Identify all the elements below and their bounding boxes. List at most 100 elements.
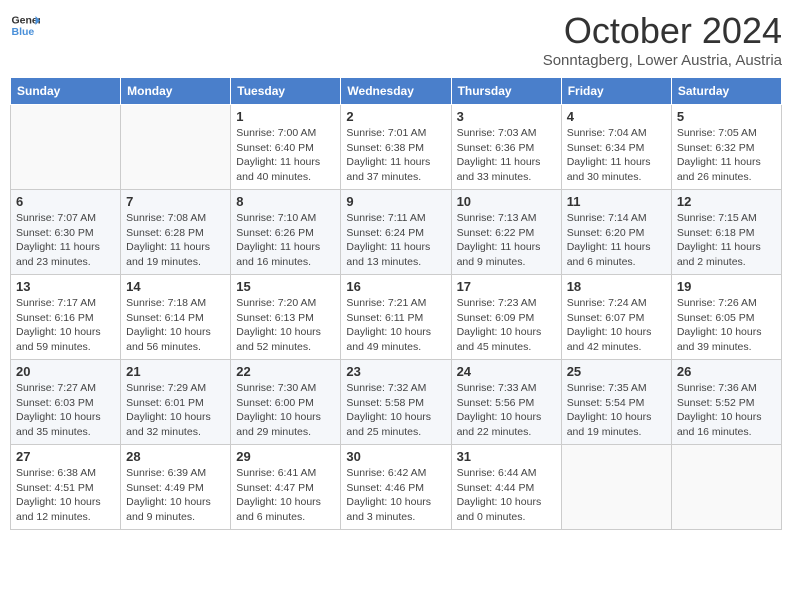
calendar-day-cell: 17Sunrise: 7:23 AM Sunset: 6:09 PM Dayli…	[451, 275, 561, 360]
day-number: 28	[126, 449, 225, 464]
day-number: 4	[567, 109, 666, 124]
day-info: Sunrise: 7:20 AM Sunset: 6:13 PM Dayligh…	[236, 296, 335, 355]
calendar-week-row: 6 Sunrise: 7:07 AM Sunset: 6:30 PM Daylig…	[11, 190, 782, 275]
calendar-day-cell: 31 Sunrise: 6:44 AM Sunset: 4:44 PM Dayli…	[451, 445, 561, 530]
day-number: 14	[126, 279, 225, 294]
day-info: Sunrise: 7:36 AM Sunset: 5:52 PM Dayligh…	[677, 381, 776, 440]
calendar-day-cell: 22 Sunrise: 7:30 AM Sunset: 6:00 PM Dayli…	[231, 360, 341, 445]
day-number: 12	[677, 194, 776, 209]
location-title: Sonntagberg, Lower Austria, Austria	[543, 52, 782, 69]
calendar-day-cell: 29Sunrise: 6:41 AM Sunset: 4:47 PM Dayli…	[231, 445, 341, 530]
day-info: Sunrise: 7:11 AM Sunset: 6:24 PM Dayligh…	[346, 211, 445, 270]
day-number: 31	[457, 449, 556, 464]
calendar-day-cell	[561, 445, 671, 530]
weekday-header-cell: Tuesday	[231, 78, 341, 105]
calendar-day-cell	[671, 445, 781, 530]
day-number: 22	[236, 364, 335, 379]
calendar-day-cell: 27 Sunrise: 6:38 AM Sunset: 4:51 PM Dayli…	[11, 445, 121, 530]
day-number: 29	[236, 449, 335, 464]
day-info: Sunrise: 6:38 AM Sunset: 4:51 PM Dayligh…	[16, 466, 115, 525]
weekday-header-cell: Monday	[121, 78, 231, 105]
day-number: 19	[677, 279, 776, 294]
calendar-day-cell: 16 Sunrise: 7:21 AM Sunset: 6:11 PM Dayli…	[341, 275, 451, 360]
calendar-day-cell: 21Sunrise: 7:29 AM Sunset: 6:01 PM Dayli…	[121, 360, 231, 445]
day-info: Sunrise: 7:26 AM Sunset: 6:05 PM Dayligh…	[677, 296, 776, 355]
weekday-header-cell: Friday	[561, 78, 671, 105]
logo: General Blue	[10, 10, 40, 40]
month-title: October 2024	[543, 10, 782, 52]
day-info: Sunrise: 7:04 AM Sunset: 6:34 PM Dayligh…	[567, 126, 666, 185]
day-number: 11	[567, 194, 666, 209]
day-number: 7	[126, 194, 225, 209]
svg-text:Blue: Blue	[12, 26, 35, 38]
calendar-day-cell: 15 Sunrise: 7:20 AM Sunset: 6:13 PM Dayli…	[231, 275, 341, 360]
calendar-day-cell: 11 Sunrise: 7:14 AM Sunset: 6:20 PM Dayli…	[561, 190, 671, 275]
day-number: 3	[457, 109, 556, 124]
day-number: 23	[346, 364, 445, 379]
calendar-day-cell: 9 Sunrise: 7:11 AM Sunset: 6:24 PM Daylig…	[341, 190, 451, 275]
day-info: Sunrise: 7:00 AM Sunset: 6:40 PM Dayligh…	[236, 126, 335, 185]
day-number: 8	[236, 194, 335, 209]
day-number: 18	[567, 279, 666, 294]
calendar-day-cell: 1 Sunrise: 7:00 AM Sunset: 6:40 PM Daylig…	[231, 105, 341, 190]
day-info: Sunrise: 7:14 AM Sunset: 6:20 PM Dayligh…	[567, 211, 666, 270]
calendar-day-cell: 14 Sunrise: 7:18 AM Sunset: 6:14 PM Dayli…	[121, 275, 231, 360]
day-info: Sunrise: 7:30 AM Sunset: 6:00 PM Dayligh…	[236, 381, 335, 440]
calendar-day-cell: 24Sunrise: 7:33 AM Sunset: 5:56 PM Dayli…	[451, 360, 561, 445]
day-info: Sunrise: 7:08 AM Sunset: 6:28 PM Dayligh…	[126, 211, 225, 270]
calendar-body: 1 Sunrise: 7:00 AM Sunset: 6:40 PM Daylig…	[11, 105, 782, 530]
day-number: 2	[346, 109, 445, 124]
calendar-day-cell: 10Sunrise: 7:13 AM Sunset: 6:22 PM Dayli…	[451, 190, 561, 275]
calendar-day-cell: 28 Sunrise: 6:39 AM Sunset: 4:49 PM Dayli…	[121, 445, 231, 530]
calendar-week-row: 1 Sunrise: 7:00 AM Sunset: 6:40 PM Daylig…	[11, 105, 782, 190]
day-info: Sunrise: 7:10 AM Sunset: 6:26 PM Dayligh…	[236, 211, 335, 270]
calendar-day-cell: 8 Sunrise: 7:10 AM Sunset: 6:26 PM Daylig…	[231, 190, 341, 275]
day-info: Sunrise: 7:03 AM Sunset: 6:36 PM Dayligh…	[457, 126, 556, 185]
day-number: 24	[457, 364, 556, 379]
calendar-day-cell: 12 Sunrise: 7:15 AM Sunset: 6:18 PM Dayli…	[671, 190, 781, 275]
title-block: October 2024 Sonntagberg, Lower Austria,…	[543, 10, 782, 69]
weekday-header-cell: Sunday	[11, 78, 121, 105]
day-info: Sunrise: 6:44 AM Sunset: 4:44 PM Dayligh…	[457, 466, 556, 525]
day-info: Sunrise: 7:24 AM Sunset: 6:07 PM Dayligh…	[567, 296, 666, 355]
day-number: 25	[567, 364, 666, 379]
calendar-day-cell: 26Sunrise: 7:36 AM Sunset: 5:52 PM Dayli…	[671, 360, 781, 445]
calendar-day-cell: 23 Sunrise: 7:32 AM Sunset: 5:58 PM Dayli…	[341, 360, 451, 445]
day-number: 17	[457, 279, 556, 294]
day-info: Sunrise: 7:01 AM Sunset: 6:38 PM Dayligh…	[346, 126, 445, 185]
calendar-day-cell: 3 Sunrise: 7:03 AM Sunset: 6:36 PM Daylig…	[451, 105, 561, 190]
day-number: 1	[236, 109, 335, 124]
day-info: Sunrise: 7:32 AM Sunset: 5:58 PM Dayligh…	[346, 381, 445, 440]
day-info: Sunrise: 7:05 AM Sunset: 6:32 PM Dayligh…	[677, 126, 776, 185]
calendar-day-cell: 20 Sunrise: 7:27 AM Sunset: 6:03 PM Dayli…	[11, 360, 121, 445]
day-info: Sunrise: 7:07 AM Sunset: 6:30 PM Dayligh…	[16, 211, 115, 270]
day-info: Sunrise: 7:15 AM Sunset: 6:18 PM Dayligh…	[677, 211, 776, 270]
calendar-day-cell: 18 Sunrise: 7:24 AM Sunset: 6:07 PM Dayli…	[561, 275, 671, 360]
calendar-table: SundayMondayTuesdayWednesdayThursdayFrid…	[10, 77, 782, 530]
day-number: 5	[677, 109, 776, 124]
day-number: 15	[236, 279, 335, 294]
calendar-day-cell: 4 Sunrise: 7:04 AM Sunset: 6:34 PM Daylig…	[561, 105, 671, 190]
day-number: 9	[346, 194, 445, 209]
day-number: 6	[16, 194, 115, 209]
day-info: Sunrise: 7:17 AM Sunset: 6:16 PM Dayligh…	[16, 296, 115, 355]
day-info: Sunrise: 7:35 AM Sunset: 5:54 PM Dayligh…	[567, 381, 666, 440]
calendar-day-cell: 5 Sunrise: 7:05 AM Sunset: 6:32 PM Daylig…	[671, 105, 781, 190]
calendar-week-row: 13 Sunrise: 7:17 AM Sunset: 6:16 PM Dayli…	[11, 275, 782, 360]
day-info: Sunrise: 7:18 AM Sunset: 6:14 PM Dayligh…	[126, 296, 225, 355]
day-number: 13	[16, 279, 115, 294]
day-info: Sunrise: 7:13 AM Sunset: 6:22 PM Dayligh…	[457, 211, 556, 270]
logo-icon: General Blue	[10, 10, 40, 40]
calendar-day-cell	[11, 105, 121, 190]
day-number: 20	[16, 364, 115, 379]
weekday-header-cell: Wednesday	[341, 78, 451, 105]
weekday-header-cell: Thursday	[451, 78, 561, 105]
calendar-day-cell: 30Sunrise: 6:42 AM Sunset: 4:46 PM Dayli…	[341, 445, 451, 530]
day-info: Sunrise: 6:39 AM Sunset: 4:49 PM Dayligh…	[126, 466, 225, 525]
day-info: Sunrise: 7:27 AM Sunset: 6:03 PM Dayligh…	[16, 381, 115, 440]
day-number: 16	[346, 279, 445, 294]
calendar-day-cell: 6 Sunrise: 7:07 AM Sunset: 6:30 PM Daylig…	[11, 190, 121, 275]
day-number: 30	[346, 449, 445, 464]
day-info: Sunrise: 7:21 AM Sunset: 6:11 PM Dayligh…	[346, 296, 445, 355]
day-number: 27	[16, 449, 115, 464]
